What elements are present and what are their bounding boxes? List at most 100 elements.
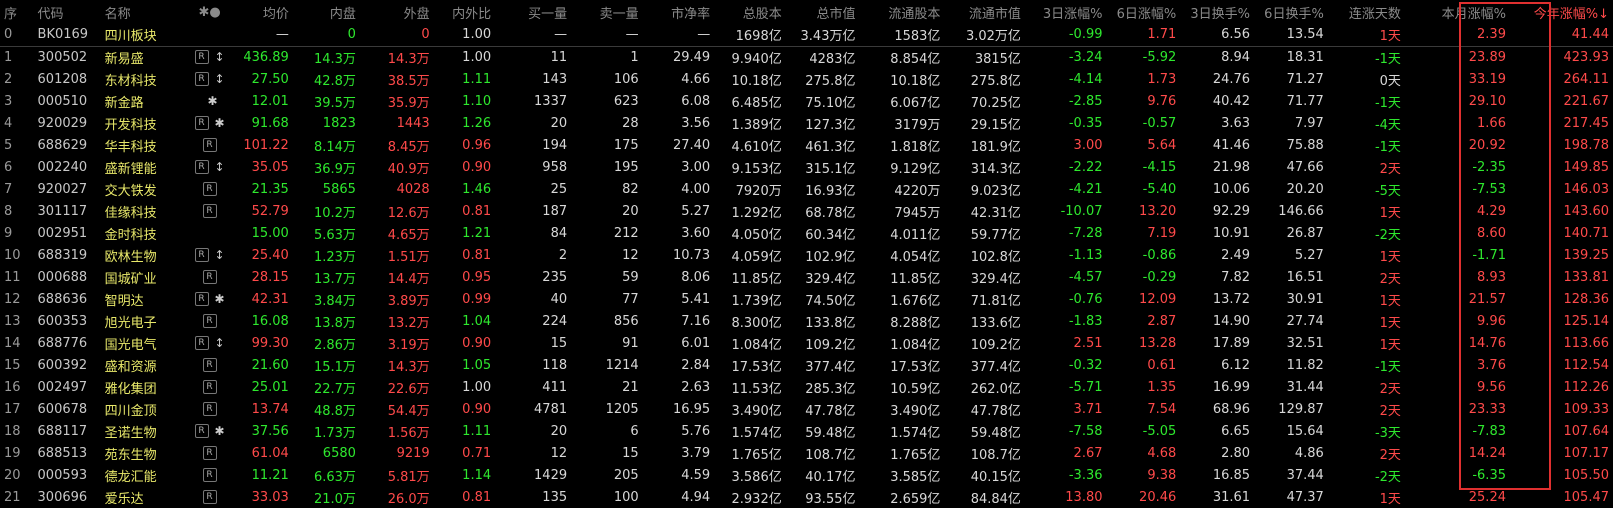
code-cell: 688629 [37, 137, 88, 153]
col-header-inner[interactable]: 内盘 [292, 0, 360, 24]
table-row[interactable]: 17 600678 四川金顶 R 13.74 48.8万 54.4万 0.90 4781 1205… [0, 398, 1613, 420]
col-header-avg[interactable]: 均价 [229, 0, 293, 24]
table-row[interactable]: 6 002240 盛新锂能 R ↕ 35.05 36.9万 40.9万 0.90 958 195 3.… [0, 156, 1613, 178]
table-row[interactable]: 16 002497 雅化集团 R 25.01 22.7万 22.6万 1.00 411 21 2.6… [0, 376, 1613, 398]
total-shares-cell: 4.610亿 [731, 139, 782, 155]
table-row[interactable]: 14 688776 国光电气 R ↕ 99.30 2.86万 3.19万 0.90 15 91 6.0… [0, 332, 1613, 354]
code-cell: 002497 [37, 379, 88, 395]
col-header-year-chg-sorted[interactable]: 今年涨幅%↓ [1509, 0, 1613, 24]
col-header-marks[interactable]: ✱● [190, 0, 230, 24]
chg3-cell: -3.24 [1068, 49, 1103, 65]
turn3-cell: 31.61 [1212, 489, 1251, 505]
total-mv-cell: 461.3亿 [805, 139, 856, 155]
total-mv-cell: 4283亿 [809, 51, 856, 67]
col-header-total-shares[interactable]: 总股本 [714, 0, 786, 24]
outer-cell: 13.2万 [387, 315, 430, 331]
col-header-turn6[interactable]: 6日换手% [1254, 0, 1328, 24]
table-row[interactable]: 10 688319 欧林生物 R ↕ 25.40 1.23万 1.51万 0.81 2 12 10.7… [0, 244, 1613, 266]
table-row[interactable]: 5 688629 华丰科技 R 101.22 8.14万 8.45万 0.96 194 175 27… [0, 134, 1613, 156]
table-row[interactable]: 1 300502 新易盛 R ↕ 436.89 14.3万 14.3万 1.00 11 1 29.49… [0, 46, 1613, 68]
ratio-cell: 0.90 [462, 159, 492, 175]
name-cell: 四川金顶 [104, 403, 157, 419]
turn6-cell: 16.51 [1286, 269, 1324, 285]
float-shares-cell: 17.53亿 [890, 359, 941, 375]
updown-arrow-icon: ↕ [214, 49, 225, 64]
seq-cell: 11 [4, 269, 21, 285]
name-cell: 四川板块 [100, 24, 191, 47]
col-header-name[interactable]: 名称 [100, 0, 191, 24]
month-chg-cell: 33.19 [1468, 71, 1506, 87]
turn3-cell: 2.80 [1221, 445, 1251, 461]
sell-cell: 1214 [605, 357, 639, 373]
float-shares-cell: 1.574亿 [890, 425, 941, 441]
up-days-cell: -5天 [1374, 183, 1401, 199]
total-mv-cell: 3.43万亿 [785, 24, 860, 47]
outer-cell: 38.5万 [387, 73, 430, 89]
sell-cell: 856 [613, 313, 639, 329]
chg6-cell: -5.92 [1142, 49, 1177, 65]
col-header-seq[interactable]: 序 [0, 0, 34, 24]
avg-cell: 33.03 [251, 489, 289, 505]
col-header-chg6[interactable]: 6日涨幅% [1106, 0, 1181, 24]
inner-cell: 21.0万 [313, 491, 356, 507]
table-row-sector[interactable]: 0 BK0169 四川板块 —0 0 1.00— — —1698亿 3.43万亿 1583亿 3.0… [0, 24, 1613, 47]
avg-cell: 37.56 [251, 423, 289, 439]
table-row[interactable]: 8 301117 佳缘科技 R 52.79 10.2万 12.6万 0.81 187 20 5.27… [0, 200, 1613, 222]
marks-cell: R ↕ [190, 332, 229, 354]
asterisk-icon: ✱ [214, 115, 225, 130]
seq-cell: 0 [0, 24, 34, 47]
table-row[interactable]: 9 002951 金时科技 15.00 5.63万 4.65万 1.21 84 212 3.60 4… [0, 222, 1613, 244]
col-header-float-shares[interactable]: 流通股本 [859, 0, 945, 24]
col-header-buy[interactable]: 买一量 [495, 0, 572, 24]
col-header-chg3[interactable]: 3日涨幅% [1024, 0, 1107, 24]
chg3-cell: -1.83 [1068, 313, 1103, 329]
table-row[interactable]: 20 000593 德龙汇能 R 11.21 6.63万 5.81万 1.14 1429 205 4… [0, 464, 1613, 486]
table-row[interactable]: 3 000510 新金路 ✱ 12.01 39.5万 35.9万 1.10 1337 623 6.0… [0, 90, 1613, 112]
col-header-outer[interactable]: 外盘 [359, 0, 434, 24]
code-cell: 601208 [37, 71, 88, 87]
name-cell: 欧林生物 [104, 249, 157, 265]
total-mv-cell: 377.4亿 [805, 359, 856, 375]
col-header-float-mv[interactable]: 流通市值 [944, 0, 1025, 24]
col-header-pb[interactable]: 市净率 [642, 0, 715, 24]
table-row[interactable]: 2 601208 东材科技 R ↕ 27.50 42.8万 38.5万 1.11 143 106 4.… [0, 68, 1613, 90]
table-row[interactable]: 13 600353 旭光电子 R 16.08 13.8万 13.2万 1.04 224 856 7.… [0, 310, 1613, 332]
col-header-up-days[interactable]: 连涨天数 [1327, 0, 1405, 24]
chg6-cell: -4.15 [1142, 159, 1177, 175]
col-header-sell[interactable]: 卖一量 [571, 0, 643, 24]
table-row[interactable]: 7 920027 交大铁发 R 21.35 5865 4028 1.46 25 82 4.00 792… [0, 178, 1613, 200]
margin-trading-badge: R [202, 380, 217, 394]
seq-cell: 2 [4, 71, 13, 87]
table-row[interactable]: 18 688117 圣诺生物 R ✱ 37.56 1.73万 1.56万 1.11 20 6 5.76… [0, 420, 1613, 442]
table-row[interactable]: 21 300696 爱乐达 R 33.03 21.0万 26.0万 0.81 135 100 4.9… [0, 486, 1613, 508]
col-header-ratio[interactable]: 内外比 [433, 0, 496, 24]
table-row[interactable]: 4 920029 开发科技 R ✱ 91.68 1823 1443 1.26 20 28 3.56 1.… [0, 112, 1613, 134]
sell-cell: 91 [622, 335, 639, 351]
col-header-turn3[interactable]: 3日换手% [1180, 0, 1255, 24]
month-chg-cell: 2.39 [1404, 24, 1510, 47]
table-row[interactable]: 19 688513 苑东生物 R 61.04 6580 9219 0.71 12 15 3.79 1.… [0, 442, 1613, 464]
code-cell: 688513 [37, 445, 88, 461]
turn6-cell: 26.87 [1286, 225, 1324, 241]
ratio-cell: 0.90 [462, 401, 492, 417]
seq-cell: 6 [4, 159, 13, 175]
float-mv-cell: 3.02万亿 [944, 24, 1025, 47]
float-mv-cell: 329.4亿 [970, 271, 1021, 287]
table-row[interactable]: 15 600392 盛和资源 R 21.60 15.1万 14.3万 1.05 118 1214 2… [0, 354, 1613, 376]
name-cell: 开发科技 [104, 117, 157, 133]
col-header-total-mv[interactable]: 总市值 [785, 0, 860, 24]
ratio-cell: 1.26 [462, 115, 492, 131]
col-header-code[interactable]: 代码 [33, 0, 101, 24]
chg6-cell: 12.09 [1139, 291, 1177, 307]
stock-table: 序 代码 名称 ✱● 均价 内盘 外盘 内外比 买一量 卖一量 市净率 总股本 … [0, 0, 1613, 508]
margin-trading-badge: R [194, 248, 209, 262]
col-header-month-chg[interactable]: 本月涨幅% [1404, 0, 1510, 24]
avg-cell: 101.22 [243, 137, 289, 153]
buy-cell: 958 [542, 159, 568, 175]
seq-cell: 16 [4, 379, 21, 395]
table-row[interactable]: 12 688636 智明达 R ✱ 42.31 3.84万 3.89万 0.99 40 77 5.41… [0, 288, 1613, 310]
table-row[interactable]: 11 000688 国城矿业 R 28.15 13.7万 14.4万 0.95 235 59 8.0… [0, 266, 1613, 288]
code-cell: 600678 [37, 401, 88, 417]
code-cell: 000593 [37, 467, 88, 483]
name-cell: 爱乐达 [104, 491, 144, 507]
